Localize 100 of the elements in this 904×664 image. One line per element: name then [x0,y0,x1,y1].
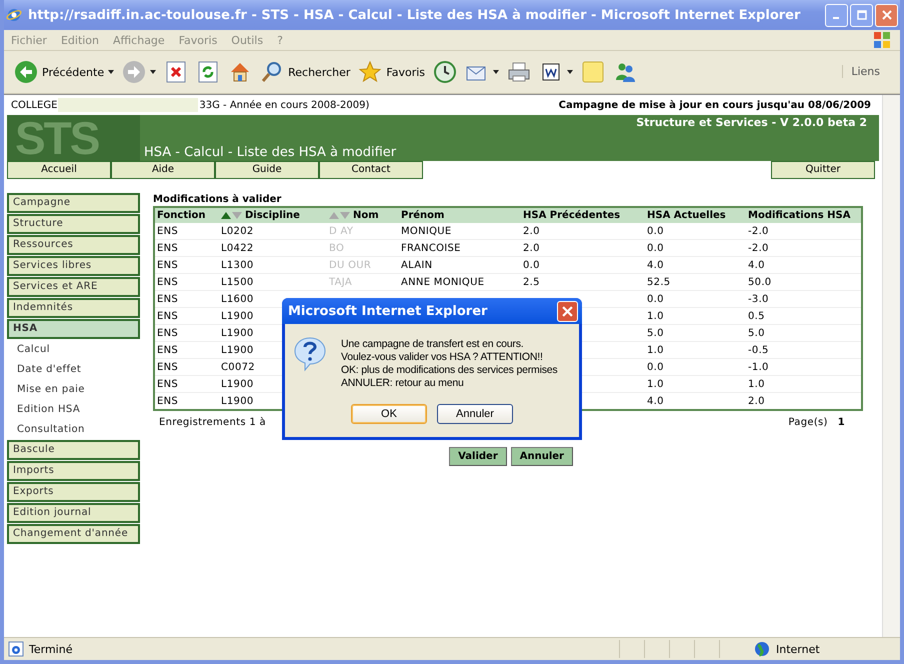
table-cell: -3.0 [748,294,769,304]
dialog-message: ANNULER: retour au menu [341,377,465,390]
column-header[interactable]: Prénom [399,207,521,223]
table-cell: 2.0 [748,396,765,406]
sidebar-subitem[interactable]: Edition HSA [7,400,140,419]
caret-icon[interactable] [150,70,156,74]
table-cell: 0.0 [647,294,664,304]
quit-tab[interactable]: Quitter [771,161,875,179]
table-cell: 1.0 [647,378,664,390]
dialog-title: Microsoft Internet Explorer [288,304,488,318]
sidebar-subitem[interactable]: Calcul [7,340,140,359]
globe-icon [754,641,770,657]
sidebar-subitem[interactable]: Consultation [7,420,140,439]
college-label: COLLEGE [11,100,58,110]
nav-tab[interactable]: Aide [111,161,215,179]
section-title: Modifications à valider [153,193,282,206]
table-cell: 1.0 [647,344,664,356]
column-header[interactable]: Fonction [154,207,219,223]
sidebar-item[interactable]: Campagne [7,193,140,213]
table-cell: 2.0 [523,242,540,254]
question-icon [293,336,327,372]
scrollbar[interactable] [882,95,900,637]
sidebar-item[interactable]: Imports [7,461,140,481]
table-cell: C0072 [221,362,255,372]
table-cell: ENS [157,328,178,338]
table-cell: 0.5 [748,310,765,322]
caret-icon[interactable] [567,70,574,74]
dialog-button[interactable]: Annuler [437,404,513,424]
app-version-text: Structure et Services - V 2.0.0 beta 2 [636,116,867,129]
zone-text: Internet [776,642,820,656]
table-cell: DU OUR [329,260,372,270]
table-cell: 52.5 [647,276,670,288]
stop-icon [164,60,188,84]
sidebar-item[interactable]: HSA [7,319,140,339]
sidebar-item[interactable]: Services libres [7,256,140,276]
nav-tab[interactable]: Contact [319,161,423,179]
sidebar-item[interactable]: Bascule [7,440,140,460]
table-cell: 5.0 [647,328,664,338]
back-button[interactable]: Précédente [10,56,108,88]
column-header[interactable]: HSA Précédentes [521,207,645,223]
status-text: Terminé [29,642,74,656]
page-title: HSA - Calcul - Liste des HSA à modifier [144,145,398,161]
table-cell: 4.0 [647,260,664,270]
column-header[interactable]: HSA Actuelles [645,207,746,223]
maximize-icon [856,10,866,20]
table-cell: ENS [157,260,178,270]
table-cell: 1.0 [647,310,664,322]
dialog-message: Une campagne de transfert est en cours. [341,338,524,351]
table-cell: ENS [157,242,178,254]
sort-up-icon[interactable] [221,212,231,219]
nav-tab[interactable]: Accueil [7,161,111,179]
table-cell: 50.0 [748,276,772,288]
sidebar-item[interactable]: Exports [7,482,140,502]
table-cell: 0.0 [647,226,664,236]
dialog-button[interactable]: OK [351,404,427,424]
caret-icon[interactable] [493,70,500,74]
column-header[interactable]: Modifications HSA [746,207,862,223]
sidebar-subitem[interactable]: Date d'effet [7,360,140,379]
pages-label: Page(s) [788,417,828,428]
action-button[interactable]: Annuler [510,447,573,466]
sidebar-item[interactable]: Indemnités [7,298,140,318]
sidebar-item[interactable]: Edition journal [7,503,140,523]
star-icon [358,60,382,84]
column-header[interactable]: Discipline [219,207,327,223]
links-button[interactable]: Liens [842,65,880,78]
sidebar-item[interactable]: Services et ARE [7,277,140,297]
page-link[interactable]: 1 [838,417,845,428]
sidebar-item[interactable]: Structure [7,214,140,234]
table-cell: ENS [157,310,178,322]
close-button[interactable] [875,4,898,26]
action-button[interactable]: Valider [449,447,507,466]
maximize-button[interactable] [850,4,873,26]
table-cell: L1900 [221,378,254,390]
table-cell: D AY [329,226,354,236]
caret-icon[interactable] [108,70,114,74]
table-cell: L1900 [221,310,254,322]
school-year-text: 33G - Année en cours 2008-2009) [199,100,370,110]
close-icon [882,10,892,20]
table-cell: ANNE MONIQUE [401,276,484,288]
note-icon [581,60,606,84]
sidebar-item[interactable]: Changement d'année [7,524,140,544]
table-cell: L0422 [221,242,254,254]
minimize-button[interactable] [825,4,848,26]
table-cell: ENS [157,344,178,356]
table-cell: TAJA [329,276,352,288]
browser-icon [6,7,22,23]
records-text: Enregistrements 1 à [159,417,266,428]
table-cell: BO [329,242,344,254]
window-title: http://rsadiff.in.ac-toulouse.fr - STS - HSA - Calcul - Liste des HSA à modifier - Microsoft Internet Explorer [28,8,802,22]
favorites-button[interactable]: Favoris [354,56,430,88]
table-cell: ENS [157,378,178,390]
sidebar-subitem[interactable]: Mise en paie [7,380,140,399]
sidebar-item[interactable]: Ressources [7,235,140,255]
nav-tab[interactable]: Guide [215,161,319,179]
table-cell: L1600 [221,294,254,304]
table-cell: 2.0 [523,226,540,236]
table-cell: 4.0 [647,396,664,406]
close-button[interactable] [557,300,578,322]
campaign-text: Campagne de mise à jour en cours jusqu'au 08/06/2009 [558,100,872,110]
search-button[interactable]: Rechercher [256,56,354,88]
